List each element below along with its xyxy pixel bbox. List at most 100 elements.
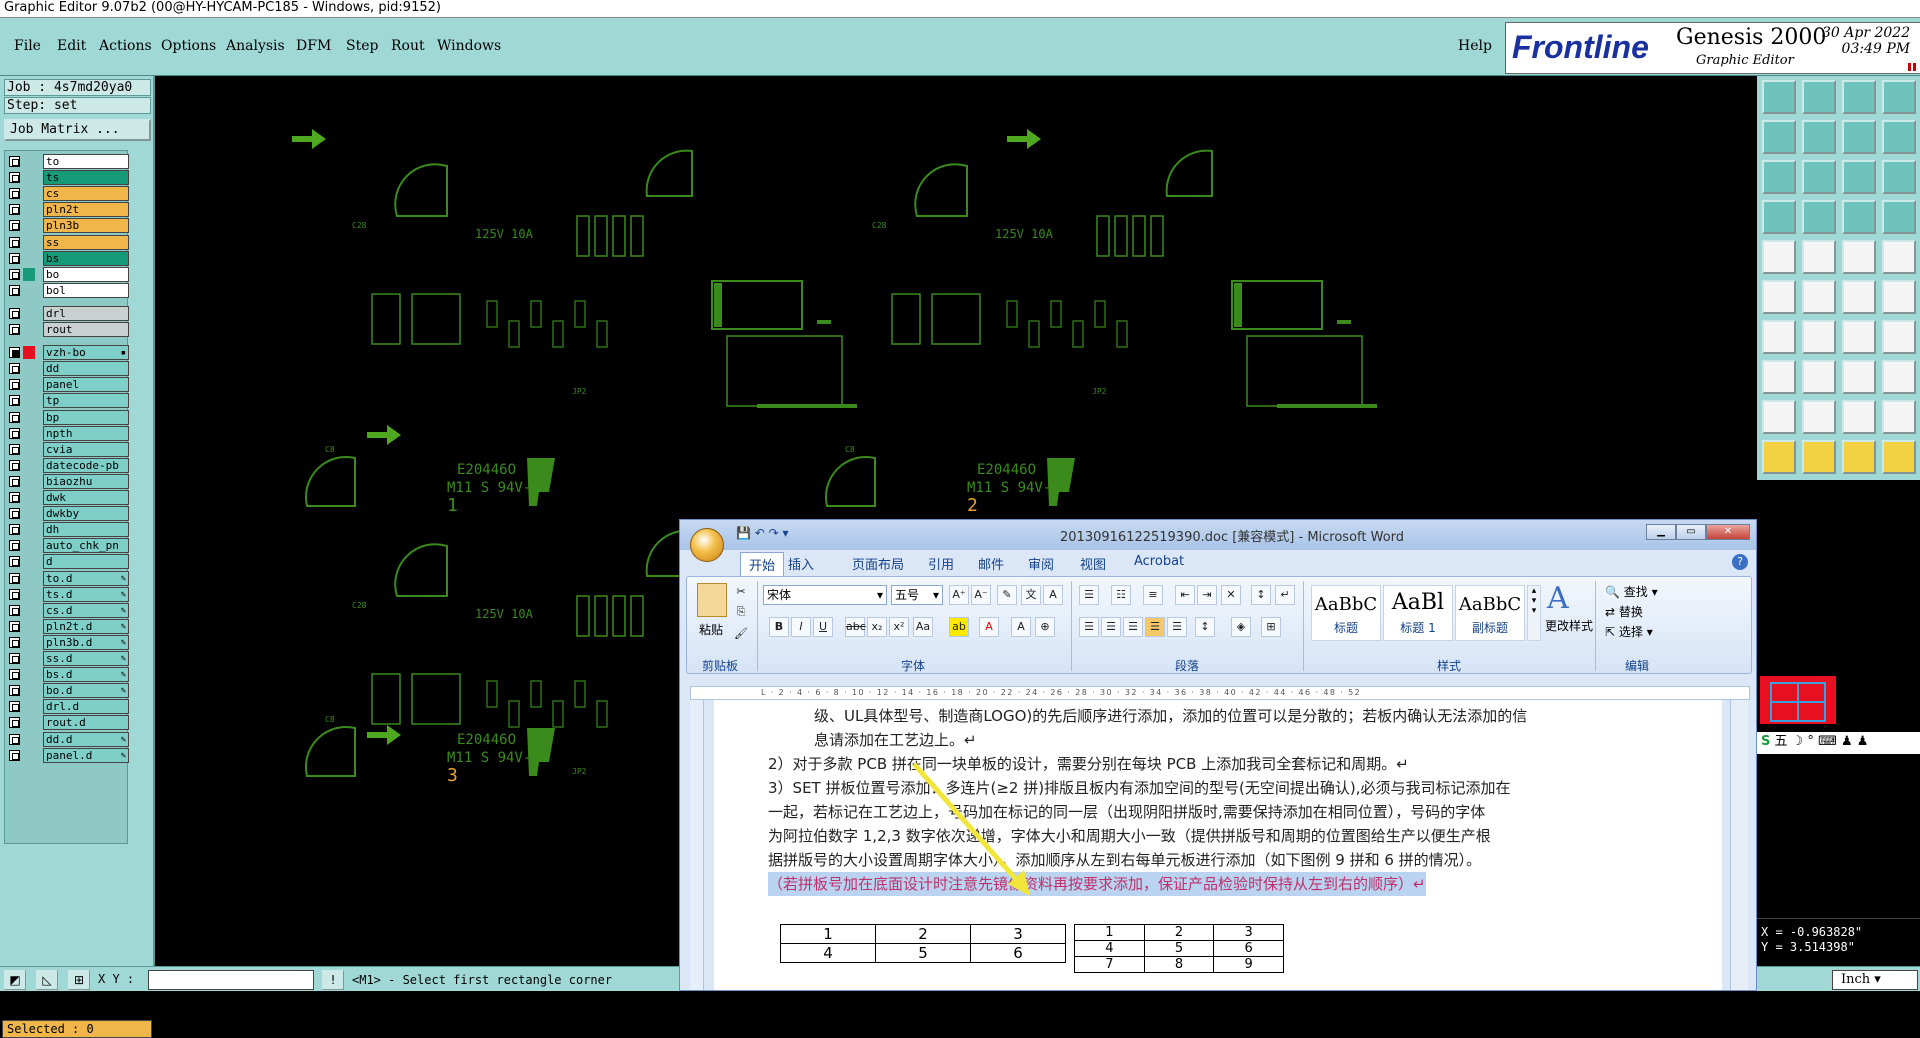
layer-checkbox[interactable] — [9, 604, 20, 616]
layer-affected-indicator[interactable] — [23, 733, 35, 746]
layer-row[interactable]: dwkby — [7, 506, 129, 522]
layer-row[interactable]: bo.d ✎ — [7, 683, 129, 699]
layer-affected-indicator[interactable] — [23, 394, 35, 407]
layer-name[interactable]: to — [43, 154, 129, 169]
layer-name[interactable]: pln2t — [43, 202, 129, 218]
office-button[interactable] — [690, 528, 724, 562]
menu-rout[interactable]: Rout — [391, 38, 425, 54]
char-shading-button[interactable]: A — [1011, 617, 1031, 637]
pointer-multi-icon[interactable] — [1882, 440, 1916, 474]
layer-checkbox[interactable] — [9, 188, 20, 200]
format-painter-icon[interactable]: 🖌 — [731, 625, 751, 645]
layer-row[interactable]: dd — [7, 361, 129, 377]
maximize-button[interactable]: ▭ — [1676, 524, 1706, 540]
layer-name[interactable]: rout.d — [43, 715, 129, 731]
char-border-button[interactable]: A — [1043, 585, 1063, 605]
layer-checkbox[interactable] — [9, 475, 20, 487]
show-marks-button[interactable]: ↵ — [1275, 585, 1295, 605]
layer-affected-indicator[interactable] — [23, 252, 35, 265]
menu-windows[interactable]: Windows — [437, 38, 501, 54]
ribbon-tab[interactable]: 页面布局 — [852, 554, 904, 573]
snap-icon[interactable] — [1762, 200, 1796, 234]
layer-affected-indicator[interactable] — [23, 588, 35, 601]
layer-row[interactable]: vzh-bo ▪ — [7, 345, 129, 361]
layer-checkbox[interactable] — [9, 252, 20, 264]
zoom-in-icon[interactable] — [1802, 120, 1836, 154]
layer-checkbox[interactable] — [9, 540, 20, 552]
save-icon[interactable] — [1802, 80, 1836, 114]
feature-icon[interactable] — [1842, 200, 1876, 234]
align-right-button[interactable]: ☰ — [1123, 617, 1143, 637]
layer-affected-indicator[interactable] — [23, 236, 35, 249]
layer-row[interactable]: pln2t.d ✎ — [7, 618, 129, 634]
shape-icon[interactable] — [1842, 400, 1876, 434]
align-center-button[interactable]: ☰ — [1101, 617, 1121, 637]
layer-name[interactable]: dwkby — [43, 506, 129, 522]
layer-row[interactable]: ts.d ✎ — [7, 586, 129, 602]
layer-row[interactable]: pln2t — [7, 202, 129, 218]
layer-row[interactable]: pln3b — [7, 218, 129, 234]
layer-affected-indicator[interactable] — [23, 475, 35, 488]
paste-label[interactable]: 粘贴 — [699, 621, 723, 638]
layer-affected-indicator[interactable] — [23, 411, 35, 424]
layer-checkbox[interactable] — [9, 636, 20, 648]
menu-dfm[interactable]: DFM — [296, 38, 331, 54]
line-icon[interactable] — [1802, 240, 1836, 274]
font-name-select[interactable]: 宋体 ▾ — [763, 585, 887, 605]
polygon-icon[interactable] — [1762, 400, 1796, 434]
layer-affected-indicator[interactable] — [23, 555, 35, 568]
layer-name[interactable]: bp — [43, 409, 129, 425]
pan-icon[interactable] — [1842, 120, 1876, 154]
layer-row[interactable]: bs.d ✎ — [7, 667, 129, 683]
menu-step[interactable]: Step — [346, 38, 378, 54]
document-scrollbar[interactable] — [1730, 700, 1748, 990]
scale-icon[interactable] — [1842, 160, 1876, 194]
layer-affected-indicator[interactable] — [23, 307, 35, 320]
ribbon-tab[interactable]: 审阅 — [1028, 554, 1054, 573]
layer-name[interactable]: tp — [43, 393, 129, 409]
layer-affected-indicator[interactable] — [23, 323, 35, 336]
layer-name[interactable]: pln3b — [43, 218, 129, 234]
layer-name[interactable]: datecode-pb — [43, 457, 129, 473]
bold-button[interactable]: B — [769, 617, 789, 637]
layer-row[interactable]: bol — [7, 282, 129, 298]
select-icon[interactable] — [1882, 360, 1916, 394]
measure-icon[interactable]: ◺ — [36, 970, 58, 990]
font-color-button[interactable]: A — [979, 617, 999, 637]
change-case-button[interactable]: Aa — [913, 617, 933, 637]
layer-checkbox[interactable] — [9, 620, 20, 632]
layer-checkbox[interactable] — [9, 307, 20, 319]
layer-name[interactable]: ss.d ✎ — [43, 651, 129, 666]
layer-name[interactable]: bs.d ✎ — [43, 667, 129, 683]
layer-row[interactable]: dh — [7, 522, 129, 538]
layer-checkbox[interactable] — [9, 156, 20, 167]
drag-icon[interactable] — [1762, 320, 1796, 354]
layer-name[interactable]: cs.d ✎ — [43, 602, 129, 618]
layer-row[interactable]: bo — [7, 266, 129, 282]
layer-row[interactable]: cs — [7, 186, 129, 202]
units-select[interactable]: Inch ▾ — [1832, 970, 1918, 990]
pointer-edit-icon[interactable] — [1842, 440, 1876, 474]
layer-row[interactable]: bp — [7, 409, 129, 425]
quick-access-icons[interactable]: 💾 ↶ ↷ ▾ — [736, 526, 789, 540]
layer-affected-indicator[interactable] — [23, 155, 35, 168]
surface-icon[interactable] — [1842, 240, 1876, 274]
layer-affected-indicator[interactable] — [23, 636, 35, 649]
window-icon[interactable] — [1882, 80, 1916, 114]
select-button[interactable]: ⇱ 选择 ▾ — [1605, 623, 1653, 640]
char-scale-button[interactable]: ✕ — [1221, 585, 1241, 605]
layer-name[interactable]: vzh-bo ▪ — [43, 345, 129, 361]
layer-name[interactable]: bo — [43, 266, 129, 282]
highlight-button[interactable]: ab — [949, 617, 969, 637]
ime-toolbar[interactable]: S 五 ☽ ° ⌨ ♟ ♟ — [1757, 732, 1920, 754]
layer-row[interactable]: rout.d — [7, 715, 129, 731]
find-button[interactable]: 🔍 查找 ▾ — [1605, 583, 1658, 600]
help-icon[interactable] — [1882, 160, 1916, 194]
layer-affected-indicator[interactable] — [23, 378, 35, 391]
layer-checkbox[interactable] — [9, 324, 20, 335]
ribbon-tab[interactable]: 邮件 — [978, 554, 1004, 573]
style-subtitle[interactable]: AaBbC 副标题 — [1455, 585, 1525, 641]
circle-icon[interactable] — [1882, 240, 1916, 274]
underline-button[interactable]: U — [813, 617, 833, 637]
layer-affected-indicator[interactable] — [23, 507, 35, 520]
